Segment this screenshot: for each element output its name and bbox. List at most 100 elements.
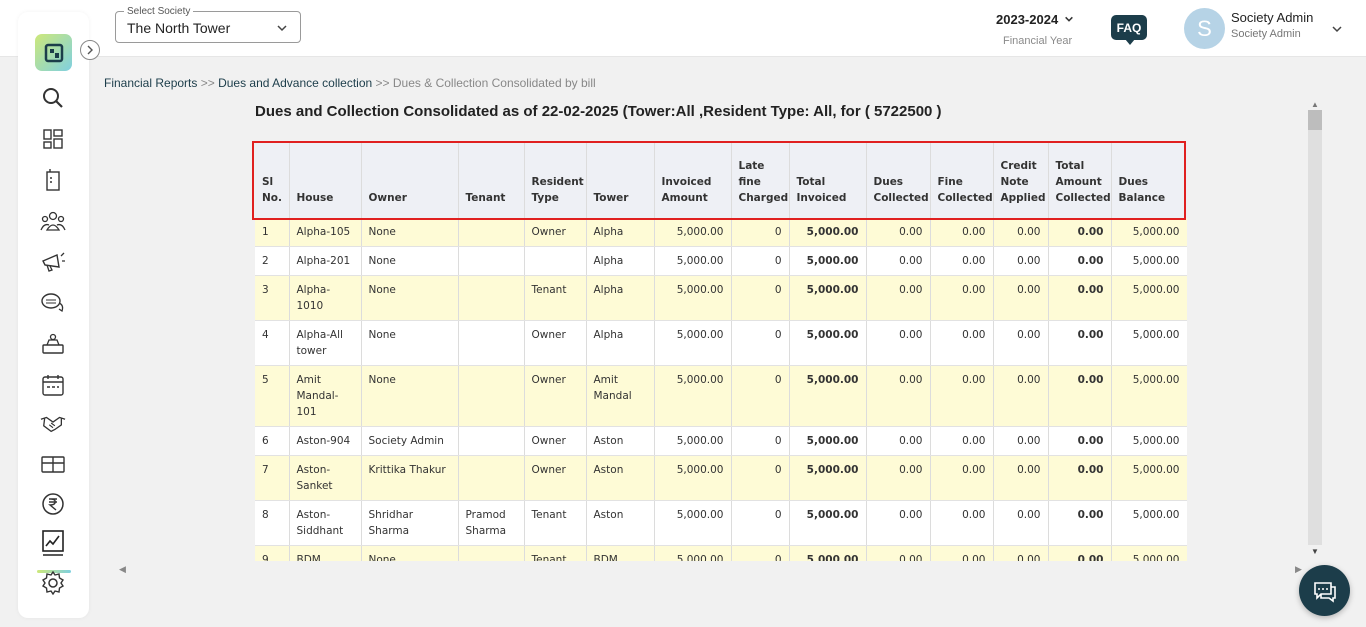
table-cell: 5,000.00 — [789, 365, 867, 427]
table-cell: 0.00 — [930, 275, 994, 321]
table-row[interactable]: 6 Aston-904 Society Admin Owner Aston 5,000.0… — [255, 426, 1187, 456]
support-chat-button[interactable] — [1299, 565, 1350, 616]
table-cell: 0.00 — [993, 320, 1049, 366]
scrollbar-thumb[interactable] — [1308, 110, 1322, 130]
table-cell: Tenant — [524, 500, 587, 546]
table-row[interactable]: 7 Aston-Sanket Krittika Thakur Owner Aston 5,… — [255, 455, 1187, 501]
table-cell: 5,000.00 — [654, 275, 732, 321]
gift-icon[interactable] — [40, 451, 66, 477]
table-cell: Pramod Sharma — [458, 500, 525, 546]
table-cell: Alpha — [586, 320, 655, 366]
table-cell: 0 — [731, 246, 790, 276]
society-select[interactable]: Select Society The North Tower — [115, 6, 301, 43]
column-header-text: Collected — [937, 192, 993, 204]
faq-button[interactable]: FAQ — [1111, 15, 1147, 45]
column-header: Credit Note Applied — [993, 143, 1049, 218]
table-cell: 0.00 — [1048, 455, 1112, 501]
table-cell: 0.00 — [866, 426, 931, 456]
table-cell — [524, 246, 587, 276]
chevron-down-icon[interactable] — [1331, 22, 1343, 40]
breadcrumb-current: Dues & Collection Consolidated by bill — [392, 76, 596, 90]
settings-icon[interactable] — [40, 570, 66, 596]
financial-year-label: Financial Year — [1003, 35, 1073, 47]
table-cell: 0.00 — [1048, 246, 1112, 276]
table-cell: None — [361, 320, 459, 366]
table-cell: 0.00 — [1048, 218, 1112, 247]
sidebar-toggle-button[interactable] — [80, 40, 100, 60]
facility-icon[interactable] — [40, 331, 66, 357]
table-cell: Aston-Siddhant — [289, 500, 362, 546]
calendar-icon[interactable] — [40, 372, 66, 398]
scrollbar-track[interactable] — [1308, 110, 1322, 545]
table-cell: 0.00 — [1048, 545, 1112, 561]
table-cell: None — [361, 246, 459, 276]
table-cell: 0.00 — [993, 218, 1049, 247]
table-row[interactable]: 4 Alpha-All tower None Owner Alpha 5,000.00 0 5… — [255, 320, 1187, 366]
table-cell: Owner — [524, 320, 587, 366]
chevron-down-icon — [1064, 12, 1074, 27]
table-row[interactable]: 8 Aston-Siddhant Shridhar Sharma Pramod Sha… — [255, 500, 1187, 546]
table-cell: 5,000.00 — [1111, 246, 1187, 276]
table-cell: Shridhar Sharma — [361, 500, 459, 546]
table-cell: Alpha-105 — [289, 218, 362, 247]
table-cell: Tenant — [524, 275, 587, 321]
table-cell: 0.00 — [1048, 500, 1112, 546]
table-row[interactable]: 5 Amit Mandal-101 None Owner Amit Mandal 5,00… — [255, 365, 1187, 427]
column-header-text: Tower — [593, 192, 629, 204]
table-cell: Alpha-1010 — [289, 275, 362, 321]
vertical-scrollbar[interactable]: ▲ ▼ — [1308, 100, 1322, 560]
scroll-right-icon[interactable]: ▶ — [1295, 564, 1302, 575]
dashboard-icon[interactable] — [40, 126, 66, 152]
search-icon[interactable] — [40, 85, 66, 111]
rupee-icon[interactable] — [40, 491, 66, 517]
table-cell: Amit Mandal-101 — [289, 365, 362, 427]
table-cell: 5,000.00 — [654, 455, 732, 501]
app-logo[interactable] — [35, 34, 72, 71]
table-cell: 0 — [731, 455, 790, 501]
announcement-icon[interactable] — [40, 249, 66, 275]
table-cell: 0.00 — [930, 365, 994, 427]
breadcrumb-dues-advance[interactable]: Dues and Advance collection — [218, 76, 372, 90]
breadcrumb-financial-reports[interactable]: Financial Reports — [104, 76, 197, 90]
table-cell: 0.00 — [993, 426, 1049, 456]
table-row[interactable]: 3 Alpha-1010 None Tenant Alpha 5,000.00 0 5,000… — [255, 275, 1187, 321]
residents-icon[interactable] — [40, 208, 66, 234]
table-cell — [458, 455, 525, 501]
column-header-text: No. — [262, 192, 282, 204]
table-cell — [458, 545, 525, 561]
financial-year-value: 2023-2024 — [996, 12, 1059, 27]
scroll-down-icon[interactable]: ▼ — [1311, 547, 1319, 556]
column-header-text: Owner — [368, 192, 407, 204]
table-row[interactable]: 2 Alpha-201 None Alpha 5,000.00 0 5,000.00 0.00… — [255, 246, 1187, 276]
column-header-text: Applied — [1000, 192, 1046, 204]
reports-icon[interactable] — [40, 530, 66, 556]
column-header-text: Dues — [1118, 176, 1149, 188]
chat-icon[interactable] — [40, 290, 66, 316]
financial-year-select[interactable]: 2023-2024 Financial Year — [996, 12, 1080, 47]
table-cell: 0 — [731, 545, 790, 561]
table-row[interactable]: 1 Alpha-105 None Owner Alpha 5,000.00 0 5,000.0… — [255, 218, 1187, 247]
user-name[interactable]: Society Admin — [1231, 10, 1313, 25]
table-cell: 0.00 — [866, 545, 931, 561]
column-header: Tenant — [458, 143, 525, 218]
table-cell: 5,000.00 — [789, 455, 867, 501]
table-cell: 0 — [731, 500, 790, 546]
table-cell: 0.00 — [930, 246, 994, 276]
user-role: Society Admin — [1231, 28, 1301, 40]
table-cell: 0.00 — [930, 320, 994, 366]
scroll-up-icon[interactable]: ▲ — [1311, 100, 1319, 109]
table-cell: 0.00 — [1048, 426, 1112, 456]
table-cell: 5,000.00 — [654, 426, 732, 456]
report-table-container[interactable]: Sl No. House Owner Tenant Resident Type Tower In… — [255, 143, 1187, 561]
column-header-text: Tenant — [465, 192, 506, 204]
table-cell: 0.00 — [993, 500, 1049, 546]
avatar[interactable]: S — [1184, 8, 1225, 49]
scroll-left-icon[interactable]: ◀ — [119, 564, 126, 575]
table-cell: 5,000.00 — [1111, 426, 1187, 456]
table-row[interactable]: 9BDM Tower 1-001NoneTenantBDM Tower 15,0… — [255, 545, 1187, 561]
building-icon[interactable] — [40, 167, 66, 193]
column-header-text: Note — [1000, 176, 1029, 188]
column-header: Late fine Charged — [731, 143, 790, 218]
column-header-text: Charged — [738, 192, 789, 204]
handshake-icon[interactable] — [40, 410, 66, 436]
